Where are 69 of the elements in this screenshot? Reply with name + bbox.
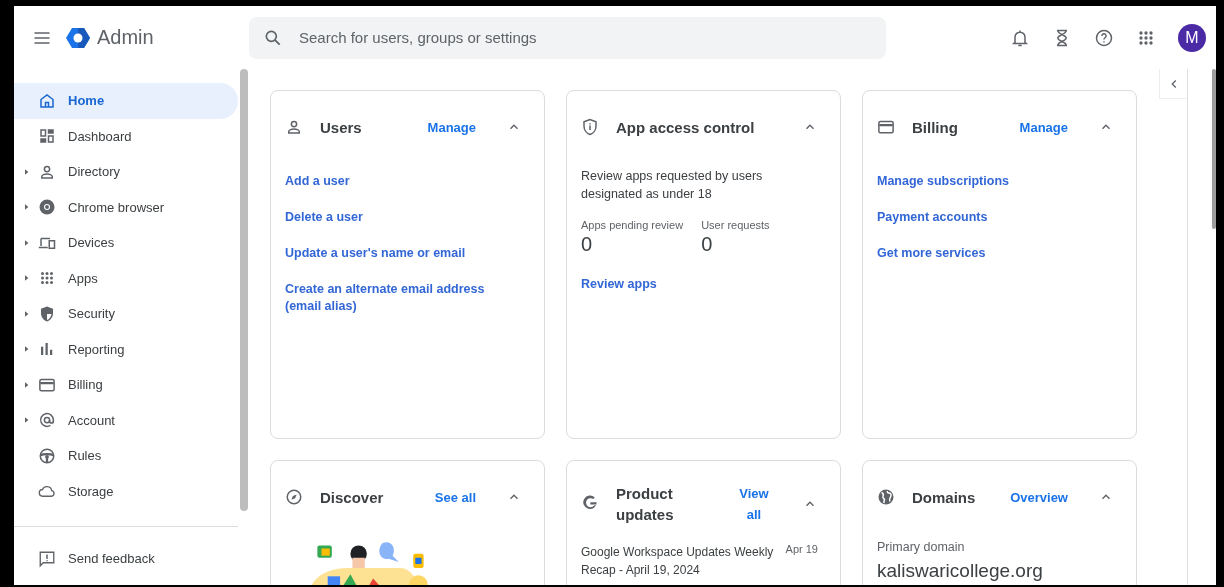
stat-value: 0 <box>701 233 714 256</box>
caret-icon <box>25 168 29 175</box>
steering-wheel-icon <box>38 446 56 465</box>
caret-icon <box>25 275 29 282</box>
search-field[interactable]: Search for users, groups or settings <box>249 16 886 59</box>
card-action-link[interactable]: See all <box>434 489 476 505</box>
shield-info-icon <box>581 118 599 136</box>
card-link[interactable]: Add a user <box>285 173 522 190</box>
nav-item[interactable]: Dashboard <box>14 118 238 154</box>
nav-item[interactable]: Apps <box>14 260 238 296</box>
domain-name: kaliswaricollege.org <box>877 560 1044 582</box>
person-icon <box>285 118 303 136</box>
dashboard-icon <box>38 127 56 146</box>
update-date: Apr 19 <box>785 543 818 555</box>
stat-label: Apps pending review <box>581 219 684 231</box>
nav-item[interactable]: Storage <box>14 473 238 509</box>
card-link[interactable]: Update a user's name or email <box>285 245 522 262</box>
account-avatar[interactable]: M <box>1178 23 1206 52</box>
nav-item[interactable]: Reporting <box>14 331 238 367</box>
scrollbar-thumb[interactable] <box>1212 69 1216 229</box>
stat-label: User requests <box>701 219 770 231</box>
card-action-link[interactable]: View all <box>734 483 774 525</box>
card-title: Users <box>320 118 363 136</box>
nav-item[interactable]: Devices <box>14 225 238 261</box>
domain-label: Primary domain <box>877 540 966 554</box>
nav-item[interactable]: Billing <box>14 367 238 403</box>
card-title: Domains <box>912 488 977 506</box>
card-link[interactable]: Payment accounts <box>877 209 1114 226</box>
card-action-link[interactable]: Manage <box>1019 119 1068 135</box>
help-button[interactable] <box>1094 27 1114 48</box>
feedback-icon <box>38 549 56 568</box>
nav-item[interactable]: Account <box>14 402 238 438</box>
nav-item[interactable]: Home <box>14 83 238 119</box>
card-link[interactable]: Review apps <box>581 276 818 293</box>
caret-icon <box>25 417 29 424</box>
card-action-link[interactable]: Overview <box>1010 489 1068 505</box>
send-feedback-link[interactable]: Send feedback <box>14 541 238 577</box>
shield-icon <box>38 304 56 323</box>
scrollbar-thumb[interactable] <box>240 69 248 511</box>
card-description: Review apps requested by users designated as under 18 <box>581 168 764 203</box>
card-action-link[interactable]: Manage <box>427 119 476 135</box>
nav-item[interactable]: Security <box>14 296 238 332</box>
caret-icon <box>25 310 29 317</box>
card-link[interactable]: Get more services <box>877 245 1114 262</box>
card-title: Billing <box>912 118 959 136</box>
caret-icon <box>25 381 29 388</box>
card-title: Discover <box>320 488 385 506</box>
card-title: Product updates <box>616 484 675 525</box>
hexagon-logo-icon <box>66 25 90 50</box>
at-sign-icon <box>38 411 56 430</box>
credit-card-icon <box>877 118 895 136</box>
caret-icon <box>25 239 29 246</box>
card-link[interactable]: Create an alternate email address (email alias) <box>285 281 522 315</box>
nav-item[interactable]: Rules <box>14 438 238 474</box>
home-icon <box>38 91 56 110</box>
browser-logo-icon <box>38 198 56 217</box>
caret-icon <box>25 346 29 353</box>
product-name: Admin <box>97 26 154 49</box>
nav-item[interactable]: Directory <box>14 154 238 190</box>
card-link[interactable]: Manage subscriptions <box>877 173 1114 190</box>
compass-icon <box>285 488 303 506</box>
update-title: Google Workspace Updates Weekly Recap - April 19, 2024 <box>581 544 775 579</box>
help-icon <box>1094 27 1114 48</box>
caret-icon <box>25 204 29 211</box>
nav-item[interactable]: Chrome browser <box>14 189 238 225</box>
card-title: App access control <box>616 118 756 136</box>
globe-icon <box>877 488 895 506</box>
stat-value: 0 <box>581 233 594 256</box>
card-link[interactable]: Delete a user <box>285 209 522 226</box>
